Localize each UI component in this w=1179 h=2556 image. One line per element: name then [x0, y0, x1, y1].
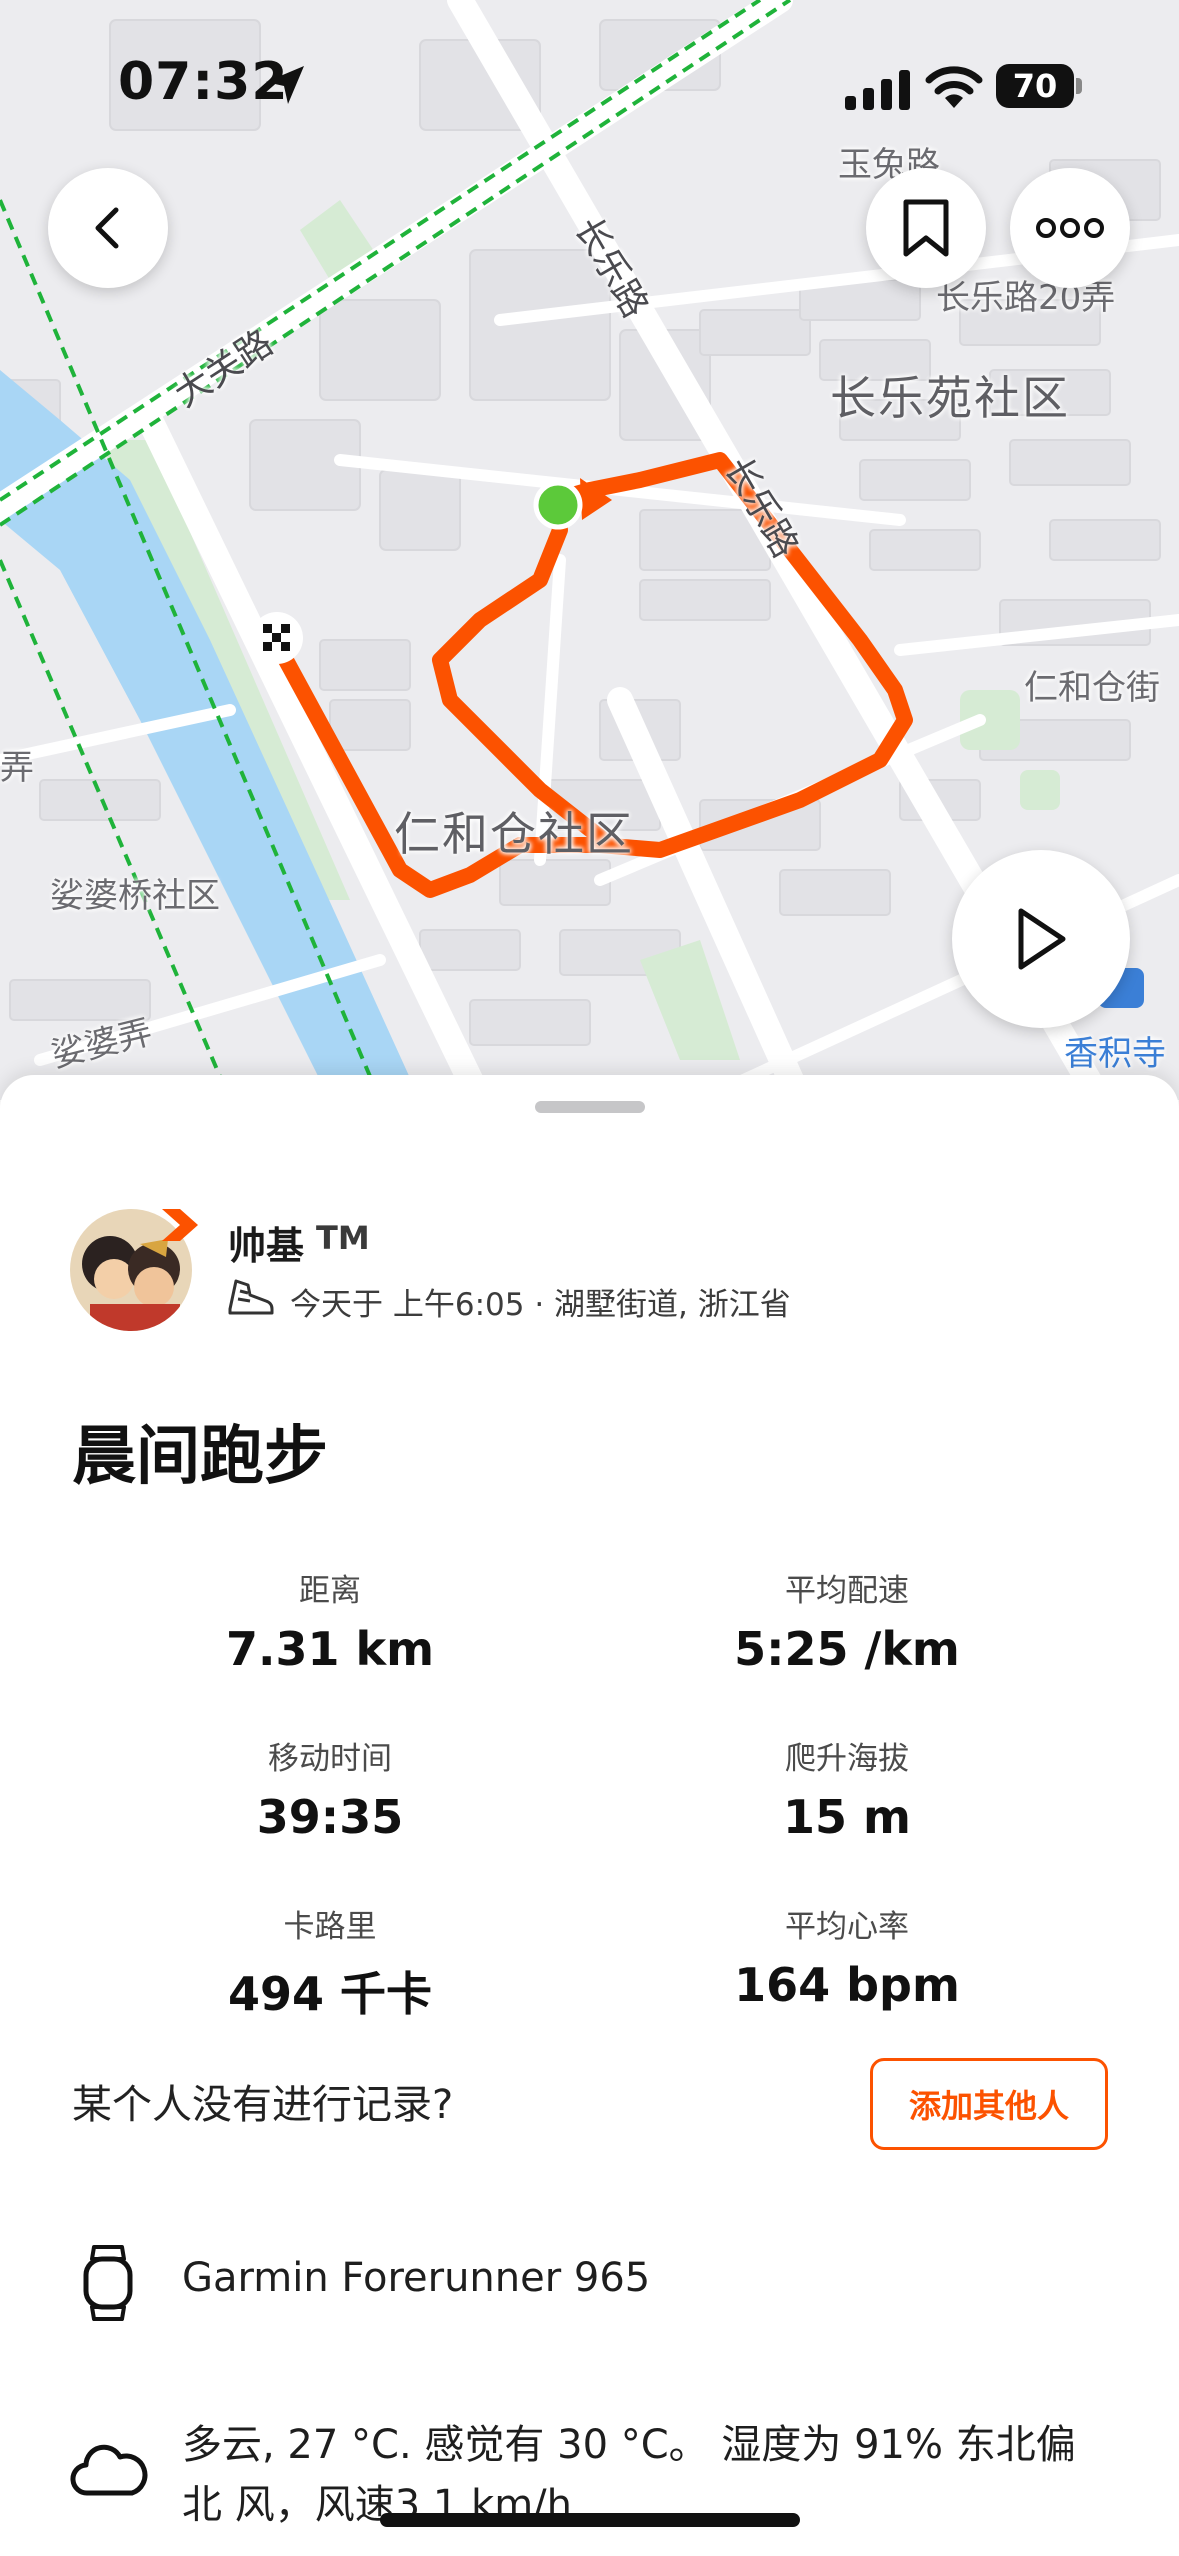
running-shoe-icon [228, 1279, 274, 1315]
location-arrow-icon [266, 66, 304, 104]
stat-elevation-gain: 爬升海拔 15 m [597, 1733, 1097, 1844]
status-bar: 07:32 70 [0, 0, 1179, 140]
device-name: Garmin Forerunner 965 [182, 2255, 651, 2301]
finish-marker [251, 612, 303, 664]
stat-label: 平均配速 [785, 1573, 909, 1609]
subscriber-badge-icon [162, 1209, 198, 1241]
play-icon [1018, 908, 1066, 970]
stat-value: 494 千卡 [227, 1967, 433, 2021]
stat-label: 平均心率 [785, 1909, 909, 1945]
more-options-button[interactable] [1010, 168, 1130, 288]
stat-avg-heart-rate: 平均心率 164 bpm [597, 1901, 1097, 2012]
back-button[interactable] [48, 168, 168, 288]
athlete-tag: TM [316, 1219, 370, 1257]
athlete-name[interactable]: 帅基 [228, 1215, 304, 1270]
stat-value: 7.31 km [225, 1622, 435, 1676]
start-marker [533, 480, 583, 530]
activity-sheet: 帅基 TM 今天于 上午6:05 · 湖墅街道, 浙江省 晨间跑步 距离 7.3… [0, 1075, 1179, 2556]
map-label-renhecang-community: 仁和仓社区 [394, 807, 634, 861]
add-others-prompt: 某个人没有进行记录? [72, 2082, 454, 2128]
bookmark-icon [903, 199, 949, 257]
map-label-lane-fragment: 弄 [0, 748, 34, 788]
stat-label: 移动时间 [268, 1741, 392, 1777]
sheet-grabber[interactable] [535, 1101, 645, 1113]
watch-icon [83, 2245, 133, 2321]
stat-calories: 卡路里 494 千卡 [80, 1901, 580, 2024]
battery-indicator: 70 [996, 64, 1074, 108]
map-label-renhecang-street: 仁和仓街 [1024, 668, 1160, 708]
play-flyover-button[interactable] [952, 850, 1130, 1028]
more-dots-icon [1036, 218, 1104, 238]
stat-label: 卡路里 [283, 1909, 377, 1945]
route-map[interactable]: 玉兔路 长乐路 长乐路 长乐路20弄 长乐苑社区 大关路 仁和仓街 仁和仓社区 … [0, 0, 1179, 1100]
stat-value: 15 m [783, 1790, 911, 1844]
stat-value: 5:25 /km [734, 1622, 960, 1676]
activity-meta: 今天于 上午6:05 · 湖墅街道, 浙江省 [290, 1287, 791, 1323]
map-label-xiangjisi: 香积寺 [1064, 1034, 1166, 1074]
stat-value: 164 bpm [734, 1958, 960, 2012]
stat-label: 距离 [299, 1573, 361, 1609]
chevron-left-icon [95, 207, 119, 249]
stat-label: 爬升海拔 [785, 1741, 909, 1777]
map-label-changleyuan: 长乐苑社区 [830, 371, 1070, 425]
cloud-icon [70, 2444, 148, 2496]
stat-avg-pace: 平均配速 5:25 /km [597, 1565, 1097, 1676]
bookmark-button[interactable] [866, 168, 986, 288]
stat-distance: 距离 7.31 km [80, 1565, 580, 1676]
stat-moving-time: 移动时间 39:35 [80, 1733, 580, 1844]
map-label-suopoqiao: 娑婆桥社区 [50, 876, 220, 916]
cellular-signal-icon [845, 70, 910, 110]
stat-value: 39:35 [256, 1790, 404, 1844]
wifi-icon [925, 66, 983, 108]
home-indicator[interactable] [380, 2513, 800, 2527]
add-others-button[interactable]: 添加其他人 [870, 2058, 1108, 2150]
battery-tip [1076, 78, 1082, 94]
activity-title: 晨间跑步 [72, 1420, 328, 1494]
